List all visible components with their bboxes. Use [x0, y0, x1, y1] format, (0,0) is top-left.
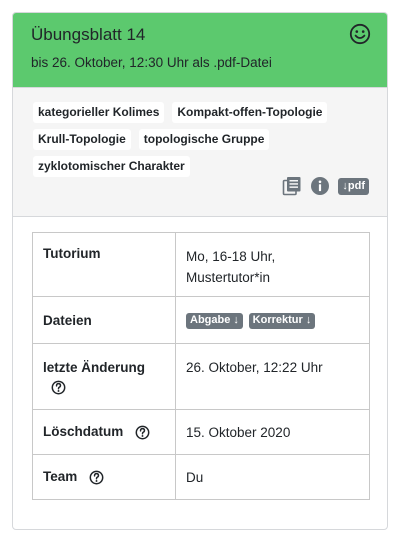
abgabe-download-button[interactable]: Abgabe ↓ — [186, 313, 243, 329]
tag[interactable]: zyklotomischer Charakter — [33, 156, 190, 177]
info-icon[interactable] — [310, 176, 330, 196]
tag[interactable]: Krull-Topologie — [33, 129, 131, 150]
tutorium-value: Mo, 16-18 Uhr, Mustertutor*in — [186, 249, 276, 285]
dateien-label: Dateien — [32, 296, 176, 344]
exercise-card: Übungsblatt 14 bis 26. Oktober, 12:30 Uh… — [12, 12, 388, 530]
question-icon[interactable] — [135, 425, 150, 440]
table-row: Löschdatum 15. Oktober 2020 — [32, 409, 370, 455]
aenderung-value: 26. Oktober, 12:22 Uhr — [186, 360, 323, 375]
tag[interactable]: Kompakt-offen-Topologie — [172, 102, 328, 123]
info-table: Tutorium Mo, 16-18 Uhr, Mustertutor*in D… — [32, 232, 370, 500]
korrektur-download-button[interactable]: Korrektur ↓ — [248, 313, 316, 329]
tag[interactable]: kategorieller Kolimes — [33, 102, 165, 123]
sheet-title: Übungsblatt 14 — [31, 25, 146, 44]
table-row: Dateien Abgabe ↓ Korrektur ↓ — [32, 296, 370, 344]
deadline-text: bis 26. Oktober, 12:30 Uhr als .pdf-Date… — [31, 55, 272, 70]
team-label: Team — [43, 469, 78, 485]
team-value: Du — [175, 454, 370, 500]
table-row: letzte Änderung 26. Oktober, 12:22 Uhr — [32, 343, 370, 410]
tutorium-label: Tutorium — [32, 232, 176, 297]
table-row: Tutorium Mo, 16-18 Uhr, Mustertutor*in — [32, 232, 370, 297]
tag[interactable]: topologische Gruppe — [138, 129, 270, 150]
aenderung-label: letzte Änderung — [43, 360, 146, 375]
loeschdatum-value: 15. Oktober 2020 — [175, 409, 370, 455]
pdf-download-button[interactable]: ↓pdf — [338, 177, 369, 195]
question-icon[interactable] — [89, 470, 104, 485]
tags-area: kategorieller Kolimes Kompakt-offen-Topo… — [13, 88, 387, 217]
card-header: Übungsblatt 14 bis 26. Oktober, 12:30 Uh… — [13, 13, 387, 88]
tool-icons: ↓pdf — [282, 176, 369, 196]
copy-list-icon[interactable] — [282, 176, 302, 196]
question-icon[interactable] — [51, 380, 66, 395]
table-row: Team Du — [32, 454, 370, 500]
tag-list: kategorieller Kolimes Kompakt-offen-Topo… — [33, 102, 373, 177]
smile-icon — [349, 23, 371, 45]
loeschdatum-label: Löschdatum — [43, 424, 124, 440]
